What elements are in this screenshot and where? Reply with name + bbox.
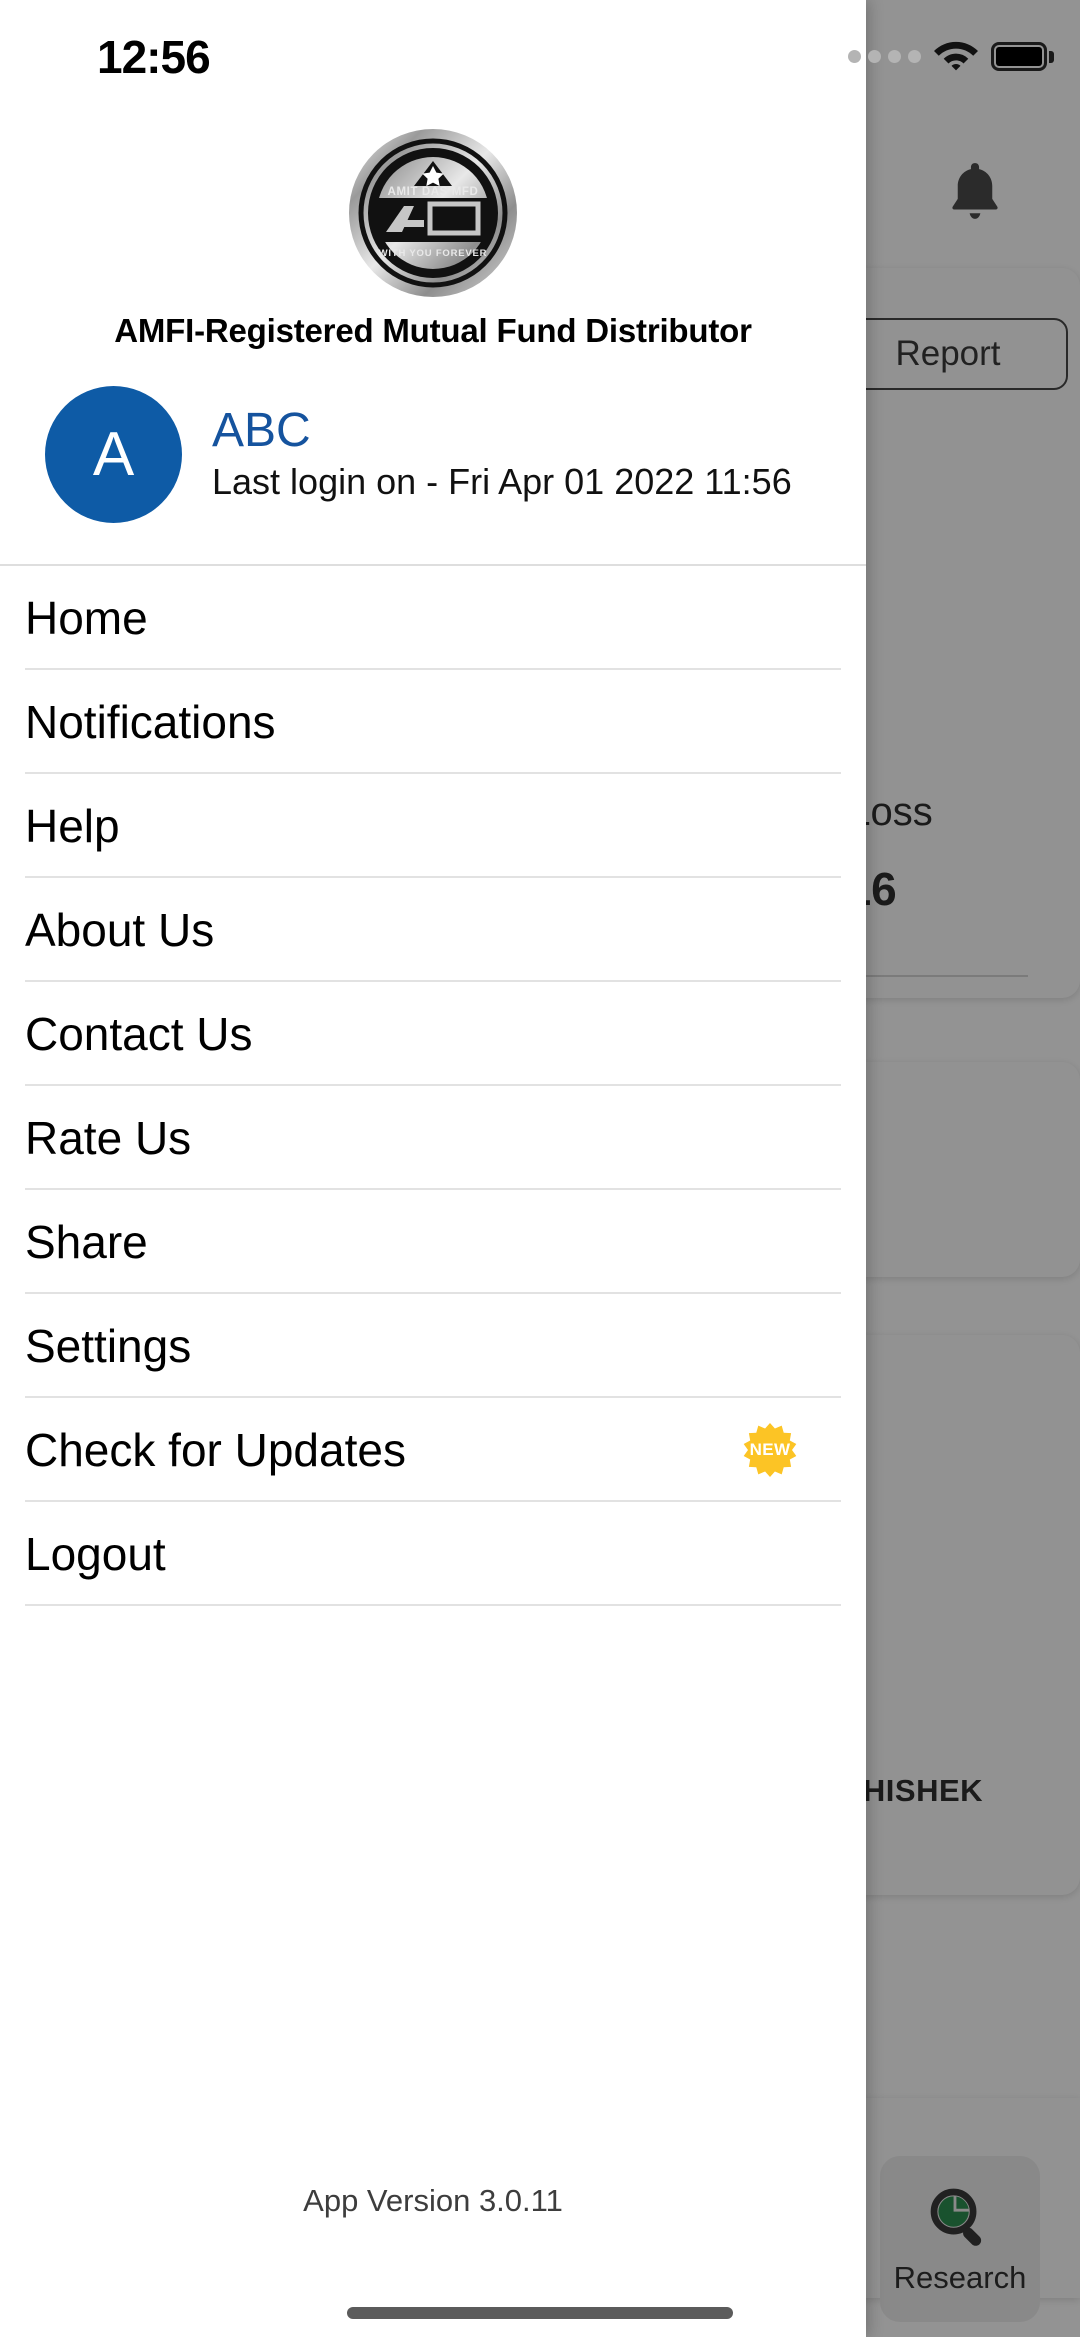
phone-screen: Report / Loss 916 BHISHEK Research 12:56	[0, 0, 1080, 2337]
amit-das-mfd-logo: AMIT DAS MFD WITH YOU FOREVER	[349, 129, 517, 297]
drawer-menu-list: Home Notifications Help About Us Contact Us R…	[0, 566, 866, 1606]
menu-item-contact-us[interactable]: Contact Us	[0, 982, 866, 1086]
signal-dot	[908, 50, 921, 63]
drawer-profile-row[interactable]: A ABC Last login on - Fri Apr 01 2022 11…	[0, 384, 866, 524]
menu-item-label: Help	[25, 800, 120, 852]
signal-dot	[868, 50, 881, 63]
menu-item-label: Settings	[25, 1320, 192, 1372]
status-bar-icons	[848, 40, 1054, 73]
menu-item-rate-us[interactable]: Rate Us	[0, 1086, 866, 1190]
menu-item-settings[interactable]: Settings	[0, 1294, 866, 1398]
amfi-tagline: AMFI-Registered Mutual Fund Distributor	[114, 312, 752, 349]
menu-item-about-us[interactable]: About Us	[0, 878, 866, 982]
menu-item-label: Check for Updates	[25, 1424, 406, 1476]
menu-item-share[interactable]: Share	[0, 1190, 866, 1294]
menu-item-label: Share	[25, 1216, 148, 1268]
signal-dot	[888, 50, 901, 63]
menu-item-check-for-updates[interactable]: Check for Updates NEW	[0, 1398, 866, 1502]
home-indicator[interactable]	[347, 2307, 733, 2319]
profile-name: ABC	[212, 403, 311, 457]
profile-last-login: Last login on - Fri Apr 01 2022 11:56	[212, 461, 792, 503]
menu-item-label: Rate Us	[25, 1112, 192, 1164]
status-bar-clock: 12:56	[97, 31, 211, 83]
new-badge: NEW	[742, 1422, 798, 1478]
signal-dots-icon	[848, 50, 921, 63]
status-bar: 12:56	[0, 0, 866, 104]
menu-item-notifications[interactable]: Notifications	[0, 670, 866, 774]
menu-item-label: About Us	[25, 904, 215, 956]
wifi-icon	[934, 41, 978, 71]
menu-item-label: Home	[25, 592, 148, 644]
app-version-label: App Version 3.0.11	[303, 2183, 563, 2218]
menu-item-help[interactable]: Help	[0, 774, 866, 878]
signal-dot	[848, 50, 861, 63]
navigation-drawer: 12:56 AMIT DAS MFD WITH YOU FOREVER AMFI…	[0, 0, 866, 2337]
profile-text: ABC Last login on - Fri Apr 01 2022 11:5…	[212, 403, 792, 504]
new-badge-label: NEW	[749, 1440, 791, 1459]
battery-full-icon	[991, 42, 1054, 71]
avatar: A	[45, 385, 182, 523]
svg-text:WITH YOU FOREVER: WITH YOU FOREVER	[379, 248, 488, 259]
menu-item-label: Contact Us	[25, 1008, 253, 1060]
menu-item-home[interactable]: Home	[0, 566, 866, 670]
menu-item-logout[interactable]: Logout	[0, 1502, 866, 1606]
menu-item-label: Logout	[25, 1528, 166, 1580]
svg-text:AMIT DAS MFD: AMIT DAS MFD	[388, 186, 479, 198]
menu-item-label: Notifications	[25, 696, 276, 748]
